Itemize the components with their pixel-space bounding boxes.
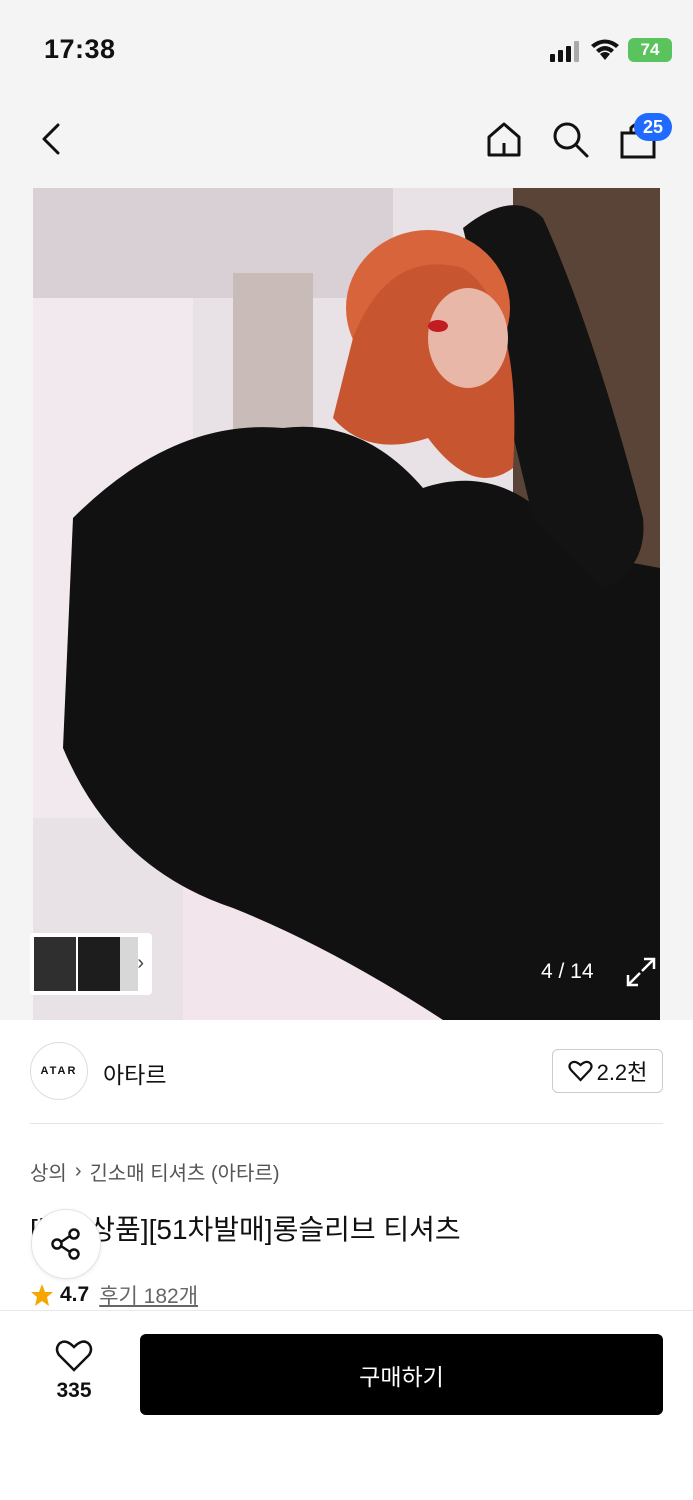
back-button[interactable] [30,117,74,161]
star-icon [31,1284,53,1306]
rating: 4.7 후기 182개 [30,1280,198,1310]
status-time: 17:38 [44,34,116,64]
chevron-right-icon: › [137,952,144,974]
brand-like-count: 2.2천 [596,1060,648,1085]
search-icon [553,122,589,158]
breadcrumb-category[interactable]: 상의 [30,1157,67,1186]
product-photo [33,188,660,1020]
buy-button[interactable]: 구매하기 [140,1334,663,1415]
brand-name[interactable]: 아타르 [103,1056,166,1090]
image-counter: 4 / 14 [541,960,594,983]
home-button[interactable] [482,117,526,161]
review-link[interactable]: 후기 182개 [99,1280,198,1310]
divider [30,1123,663,1124]
share-button[interactable] [31,1209,101,1279]
expand-icon [626,957,656,987]
product-page: 17:38 74 25 › 4 / 14 ATAR 아타르 2.2천 상의 › … [0,0,693,1500]
brand-logo[interactable]: ATAR [30,1042,88,1100]
thumbnail-image[interactable] [78,937,120,991]
status-bar: 17:38 74 [0,0,693,95]
share-icon [51,1228,80,1260]
signal-icon [550,41,579,62]
heart-icon [567,1060,593,1082]
wishlist-button[interactable]: 335 [40,1339,108,1405]
product-image[interactable] [33,188,660,1020]
wifi-icon [591,39,619,60]
wishlist-count: 335 [56,1379,92,1402]
brand-like-button[interactable]: 2.2천 [552,1049,663,1093]
top-nav: 25 [0,95,693,188]
breadcrumb-subcategory[interactable]: 긴소매 티셔츠 (아타르) [89,1157,279,1186]
thumbnail-strip[interactable]: › [30,933,152,995]
chevron-left-icon [42,123,60,155]
expand-button[interactable] [624,955,658,989]
breadcrumb: 상의 › 긴소매 티셔츠 (아타르) [30,1157,280,1186]
home-icon [487,122,521,157]
rating-score: 4.7 [60,1283,90,1306]
product-info: ATAR 아타르 2.2천 상의 › 긴소매 티셔츠 (아타르) [단독상품][… [0,1020,693,1310]
heart-icon [55,1340,93,1372]
battery-indicator: 74 [628,38,672,62]
cart-count-badge: 25 [634,113,672,141]
thumbnail-image[interactable] [120,937,138,991]
bottom-action-bar: 335 구매하기 [0,1310,693,1500]
thumbnail-image[interactable] [34,937,76,991]
chevron-right-icon: › [74,1160,82,1182]
search-button[interactable] [548,117,592,161]
